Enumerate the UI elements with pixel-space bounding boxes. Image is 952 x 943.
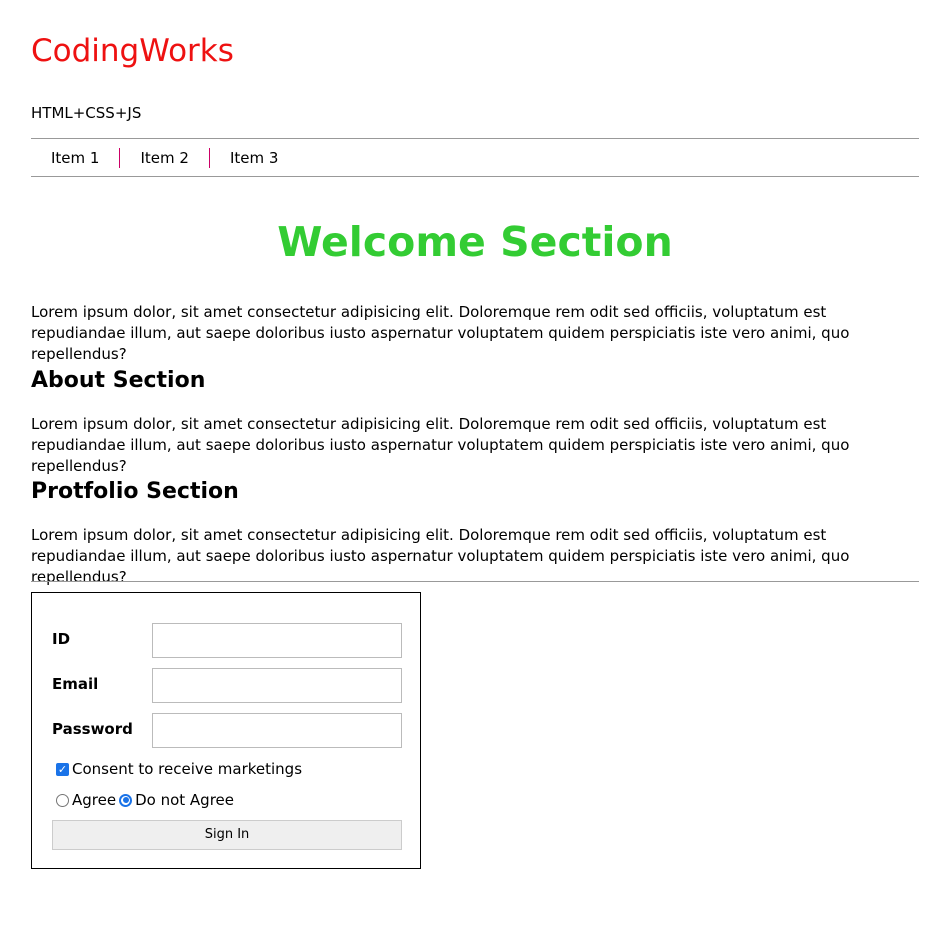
id-label: ID xyxy=(52,630,71,648)
sign-in-button[interactable]: Sign In xyxy=(52,820,402,850)
check-icon: ✓ xyxy=(57,762,68,776)
disagree-radio[interactable] xyxy=(119,793,133,807)
signin-form: ID Email Password ✓ Consent to receive m… xyxy=(31,592,421,869)
consent-label: Consent to receive marketings xyxy=(72,760,303,778)
about-title: About Section xyxy=(31,368,206,393)
welcome-text: Lorem ipsum dolor, sit amet consectetur … xyxy=(31,303,850,363)
id-input[interactable] xyxy=(152,623,402,658)
consent-row: ✓ Consent to receive marketings xyxy=(56,759,302,779)
nav-item-2[interactable]: Item 2 xyxy=(120,147,210,168)
password-input[interactable] xyxy=(152,713,402,748)
section-divider xyxy=(31,581,919,582)
consent-checkbox[interactable]: ✓ xyxy=(56,762,69,776)
nav-item-1[interactable]: Item 1 xyxy=(31,147,121,168)
site-tagline: HTML+CSS+JS xyxy=(31,104,142,122)
email-input[interactable] xyxy=(152,668,402,703)
about-text: Lorem ipsum dolor, sit amet consectetur … xyxy=(31,415,850,475)
agreement-radio-group: Agree Do not Agree xyxy=(56,790,237,810)
portfolio-title: Protfolio Section xyxy=(31,479,239,504)
nav-item-3[interactable]: Item 3 xyxy=(210,148,298,168)
site-logo-text: CodingWorks xyxy=(31,33,234,69)
email-label: Email xyxy=(52,675,99,693)
portfolio-text: Lorem ipsum dolor, sit amet consectetur … xyxy=(31,526,850,586)
disagree-radio-label: Do not Agree xyxy=(135,791,234,809)
welcome-title: Welcome Section xyxy=(277,218,673,266)
agree-radio[interactable] xyxy=(56,793,69,807)
agree-radio-label: Agree xyxy=(72,791,117,809)
password-label: Password xyxy=(52,720,133,738)
main-nav: Item 1 Item 2 Item 3 xyxy=(31,138,919,177)
